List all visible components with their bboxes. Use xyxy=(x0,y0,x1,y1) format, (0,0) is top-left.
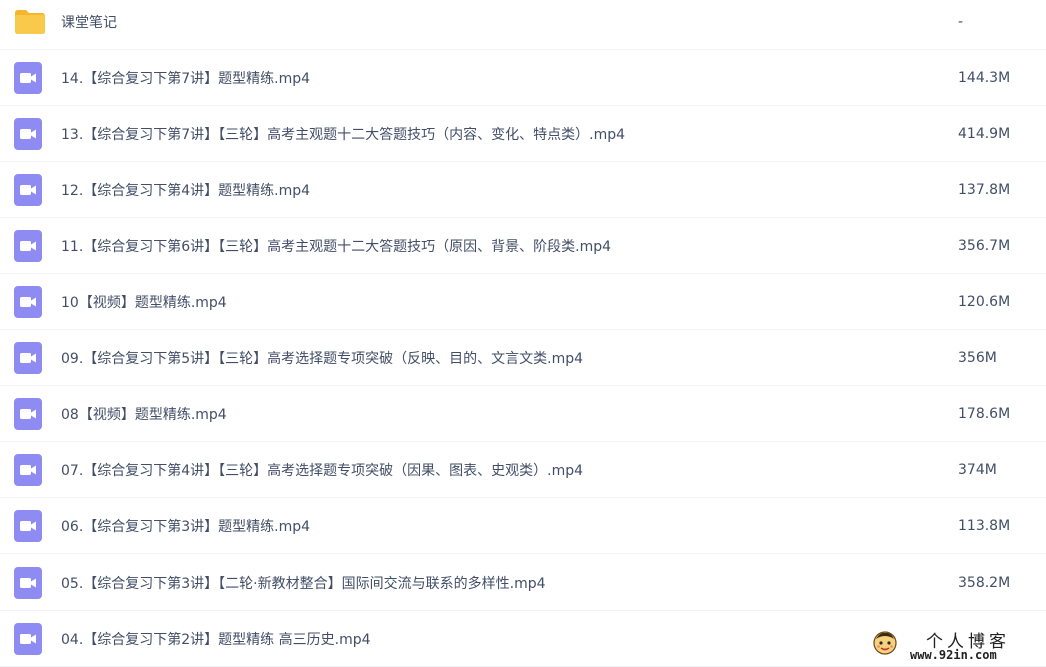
file-name[interactable]: 04.【综合复习下第2讲】题型精练 高三历史.mp4 xyxy=(61,629,371,649)
mascot-logo-icon xyxy=(872,630,898,660)
file-size: - xyxy=(958,13,964,30)
video-icon xyxy=(14,117,42,150)
list-item-video[interactable]: 12.【综合复习下第4讲】题型精练.mp4 137.8M xyxy=(0,162,1046,218)
file-name[interactable]: 10【视频】题型精练.mp4 xyxy=(61,292,227,312)
list-item-video[interactable]: 08【视频】题型精练.mp4 178.6M xyxy=(0,386,1046,442)
site-watermark: 个人博客 www.92in.com xyxy=(870,624,1040,664)
file-size: 144.3M xyxy=(958,69,1011,86)
video-icon xyxy=(14,509,42,542)
file-name[interactable]: 12.【综合复习下第4讲】题型精练.mp4 xyxy=(61,180,310,200)
video-icon xyxy=(14,341,42,374)
file-name[interactable]: 06.【综合复习下第3讲】题型精练.mp4 xyxy=(61,516,310,536)
file-name[interactable]: 14.【综合复习下第7讲】题型精练.mp4 xyxy=(61,68,310,88)
file-name[interactable]: 05.【综合复习下第3讲】【二轮·新教材整合】国际间交流与联系的多样性.mp4 xyxy=(61,573,546,593)
file-name[interactable]: 09.【综合复习下第5讲】【三轮】高考选择题专项突破（反映、目的、文言文类.mp… xyxy=(61,348,583,368)
file-name[interactable]: 11.【综合复习下第6讲】【三轮】高考主观题十二大答题技巧（原因、背景、阶段类.… xyxy=(61,236,611,256)
list-item-video[interactable]: 09.【综合复习下第5讲】【三轮】高考选择题专项突破（反映、目的、文言文类.mp… xyxy=(0,330,1046,386)
file-size: 358.2M xyxy=(958,574,1011,591)
file-size: 120.6M xyxy=(958,293,1011,310)
file-size: 137.8M xyxy=(958,181,1011,198)
list-item-video[interactable]: 13.【综合复习下第7讲】【三轮】高考主观题十二大答题技巧（内容、变化、特点类）… xyxy=(0,106,1046,162)
file-size: 356.7M xyxy=(958,237,1011,254)
video-icon xyxy=(14,229,42,262)
list-item-video[interactable]: 14.【综合复习下第7讲】题型精练.mp4 144.3M xyxy=(0,50,1046,106)
file-size: 374M xyxy=(958,461,997,478)
file-size: 414.9M xyxy=(958,125,1011,142)
file-size: 113.8M xyxy=(958,517,1011,534)
video-icon xyxy=(14,173,42,206)
file-size: 356M xyxy=(958,349,997,366)
file-name[interactable]: 课堂笔记 xyxy=(61,12,117,32)
list-item-folder[interactable]: 课堂笔记 - xyxy=(0,0,1046,50)
video-icon xyxy=(14,566,42,599)
list-item-video[interactable]: 05.【综合复习下第3讲】【二轮·新教材整合】国际间交流与联系的多样性.mp4 … xyxy=(0,555,1046,611)
list-item-video[interactable]: 06.【综合复习下第3讲】题型精练.mp4 113.8M xyxy=(0,498,1046,554)
video-icon xyxy=(14,285,42,318)
list-item-video[interactable]: 07.【综合复习下第4讲】【三轮】高考选择题专项突破（因果、图表、史观类）.mp… xyxy=(0,442,1046,498)
video-icon xyxy=(14,453,42,486)
file-name[interactable]: 07.【综合复习下第4讲】【三轮】高考选择题专项突破（因果、图表、史观类）.mp… xyxy=(61,460,583,480)
file-size: 178.6M xyxy=(958,405,1011,422)
video-icon xyxy=(14,61,42,94)
folder-icon xyxy=(14,9,46,35)
file-name[interactable]: 13.【综合复习下第7讲】【三轮】高考主观题十二大答题技巧（内容、变化、特点类）… xyxy=(61,124,625,144)
watermark-domain: www.92in.com xyxy=(910,648,997,662)
file-name[interactable]: 08【视频】题型精练.mp4 xyxy=(61,404,227,424)
list-item-video[interactable]: 10【视频】题型精练.mp4 120.6M xyxy=(0,274,1046,330)
list-item-video[interactable]: 11.【综合复习下第6讲】【三轮】高考主观题十二大答题技巧（原因、背景、阶段类.… xyxy=(0,218,1046,274)
video-icon xyxy=(14,397,42,430)
video-icon xyxy=(14,622,42,655)
